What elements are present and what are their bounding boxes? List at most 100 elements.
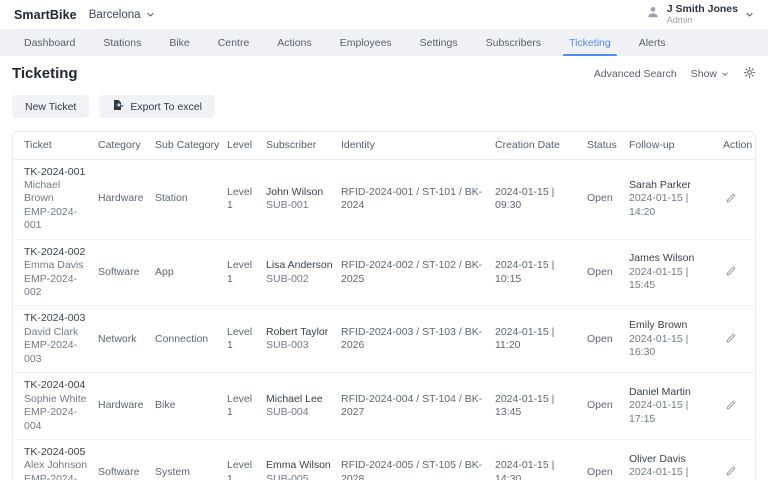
ticket-id: TK-2024-001 [24, 165, 86, 178]
subscriber-id: SUB-005 [266, 472, 309, 480]
level: Level 1 [227, 459, 253, 480]
show-chevron-down-icon [721, 70, 729, 78]
brand-logo: SmartBike [14, 7, 77, 22]
export-to-excel-label: Export To excel [130, 100, 202, 113]
followup-name: Emily Brown [629, 319, 688, 332]
pencil-icon [725, 399, 737, 414]
followup-date: 2024-01-15 | 18:00 [629, 466, 689, 480]
reporter: Sophie White [24, 392, 87, 405]
creation-date: 2024-01-15 | 11:20 [495, 325, 555, 352]
ticket-id: TK-2024-003 [24, 312, 86, 325]
col-header-ticket: Ticket [13, 132, 98, 160]
top-bar: SmartBike Barcelona J Smith Jones Admin [0, 0, 768, 29]
tickets-table: Ticket Category Sub Category Level Subsc… [12, 131, 756, 480]
subscriber-name: Emma Wilson [266, 459, 331, 472]
reporter: Michael Brown [24, 178, 61, 205]
edit-ticket-button[interactable] [723, 330, 739, 349]
show-dropdown[interactable]: Show [691, 68, 729, 80]
new-ticket-label: New Ticket [25, 100, 77, 113]
nav-item-centre[interactable]: Centre [204, 29, 264, 56]
status-label: Open [587, 466, 613, 479]
sub-category: Bike [155, 399, 176, 412]
city-selector[interactable]: Barcelona [89, 9, 155, 21]
page-title: Ticketing [12, 65, 78, 82]
table-row: TK-2024-001 Michael Brown EMP-2024-001 H… [13, 159, 755, 240]
gear-icon [743, 66, 756, 82]
ticket-id: TK-2024-005 [24, 445, 86, 458]
sub-category: System [155, 466, 191, 479]
creation-date: 2024-01-15 | 13:45 [495, 392, 555, 419]
col-header-category: Category [98, 132, 155, 160]
edit-ticket-button[interactable] [723, 263, 739, 282]
nav-item-employees[interactable]: Employees [326, 29, 406, 56]
pencil-icon [725, 332, 737, 347]
level: Level 1 [227, 259, 253, 285]
col-header-sub-category: Sub Category [155, 132, 227, 160]
employee-id: EMP-2024-002 [24, 272, 78, 298]
identity: RFID-2024-004 / ST-104 / BK-2027 [341, 392, 483, 419]
followup-name: Sarah Parker [629, 178, 691, 191]
nav-item-ticketing[interactable]: Ticketing [555, 29, 625, 56]
ticket-id: TK-2024-002 [24, 245, 86, 258]
user-menu[interactable]: J Smith Jones Admin [646, 3, 754, 25]
user-name: J Smith Jones [666, 3, 738, 16]
sub-category: App [155, 265, 174, 278]
sub-category: Station [155, 192, 188, 205]
category: Software [98, 265, 140, 278]
nav-item-actions[interactable]: Actions [263, 29, 325, 56]
creation-date: 2024-01-15 | 09:30 [495, 185, 555, 212]
category: Hardware [98, 192, 144, 205]
col-header-follow-up: Follow-up [629, 132, 723, 160]
export-to-excel-button[interactable]: Export To excel [99, 95, 215, 118]
subscriber-name: Michael Lee [266, 392, 323, 405]
export-icon [112, 99, 124, 114]
advanced-search-label: Advanced Search [593, 67, 677, 80]
sub-category: Connection [155, 332, 209, 345]
level: Level 1 [227, 392, 253, 419]
user-chevron-down-icon [745, 10, 754, 19]
table-row: TK-2024-004 Sophie White EMP-2024-004 Ha… [13, 372, 755, 440]
level: Level 1 [227, 325, 253, 352]
nav-item-bike[interactable]: Bike [155, 29, 203, 56]
status-label: Open [587, 265, 613, 278]
reporter: Emma Davis [24, 259, 84, 272]
settings-gear-button[interactable] [743, 66, 756, 82]
edit-ticket-button[interactable] [723, 397, 739, 416]
nav-item-stations[interactable]: Stations [89, 29, 155, 56]
show-dropdown-label: Show [690, 67, 717, 80]
pencil-icon [725, 465, 737, 480]
category: Network [98, 332, 137, 345]
col-header-identity: Identity [341, 132, 495, 160]
edit-ticket-button[interactable] [723, 190, 739, 209]
city-selector-label: Barcelona [88, 8, 141, 21]
reporter: Alex Johnson [24, 459, 88, 472]
nav-item-settings[interactable]: Settings [406, 29, 472, 56]
identity: RFID-2024-005 / ST-105 / BK-2028 [341, 459, 483, 480]
employee-id: EMP-2024-003 [24, 339, 78, 365]
nav-item-subscribers[interactable]: Subscribers [472, 29, 555, 56]
user-role: Admin [666, 15, 693, 26]
followup-date: 2024-01-15 | 15:45 [629, 265, 689, 292]
category: Software [98, 466, 140, 479]
pencil-icon [725, 265, 737, 280]
chevron-down-icon [146, 10, 155, 19]
subscriber-name: Robert Taylor [266, 325, 329, 338]
nav-item-dashboard[interactable]: Dashboard [10, 29, 89, 56]
employee-id: EMP-2024-004 [24, 406, 78, 432]
edit-ticket-button[interactable] [723, 463, 739, 480]
identity: RFID-2024-003 / ST-103 / BK-2026 [341, 325, 483, 352]
table-row: TK-2024-005 Alex Johnson EMP-2024-005 So… [13, 439, 755, 480]
table-header-row: Ticket Category Sub Category Level Subsc… [13, 132, 755, 160]
new-ticket-button[interactable]: New Ticket [12, 95, 90, 118]
followup-date: 2024-01-15 | 17:15 [629, 399, 689, 425]
identity: RFID-2024-002 / ST-102 / BK-2025 [341, 259, 483, 285]
creation-date: 2024-01-15 | 14:30 [495, 459, 555, 480]
pencil-icon [725, 192, 737, 207]
followup-date: 2024-01-15 | 16:30 [629, 332, 689, 359]
subscriber-id: SUB-004 [266, 406, 309, 419]
status-label: Open [587, 399, 613, 412]
nav-item-alerts[interactable]: Alerts [625, 29, 680, 56]
table-row: TK-2024-003 David Clark EMP-2024-003 Net… [13, 305, 755, 374]
advanced-search-link[interactable]: Advanced Search [594, 68, 677, 80]
creation-date: 2024-01-15 | 10:15 [495, 259, 555, 285]
